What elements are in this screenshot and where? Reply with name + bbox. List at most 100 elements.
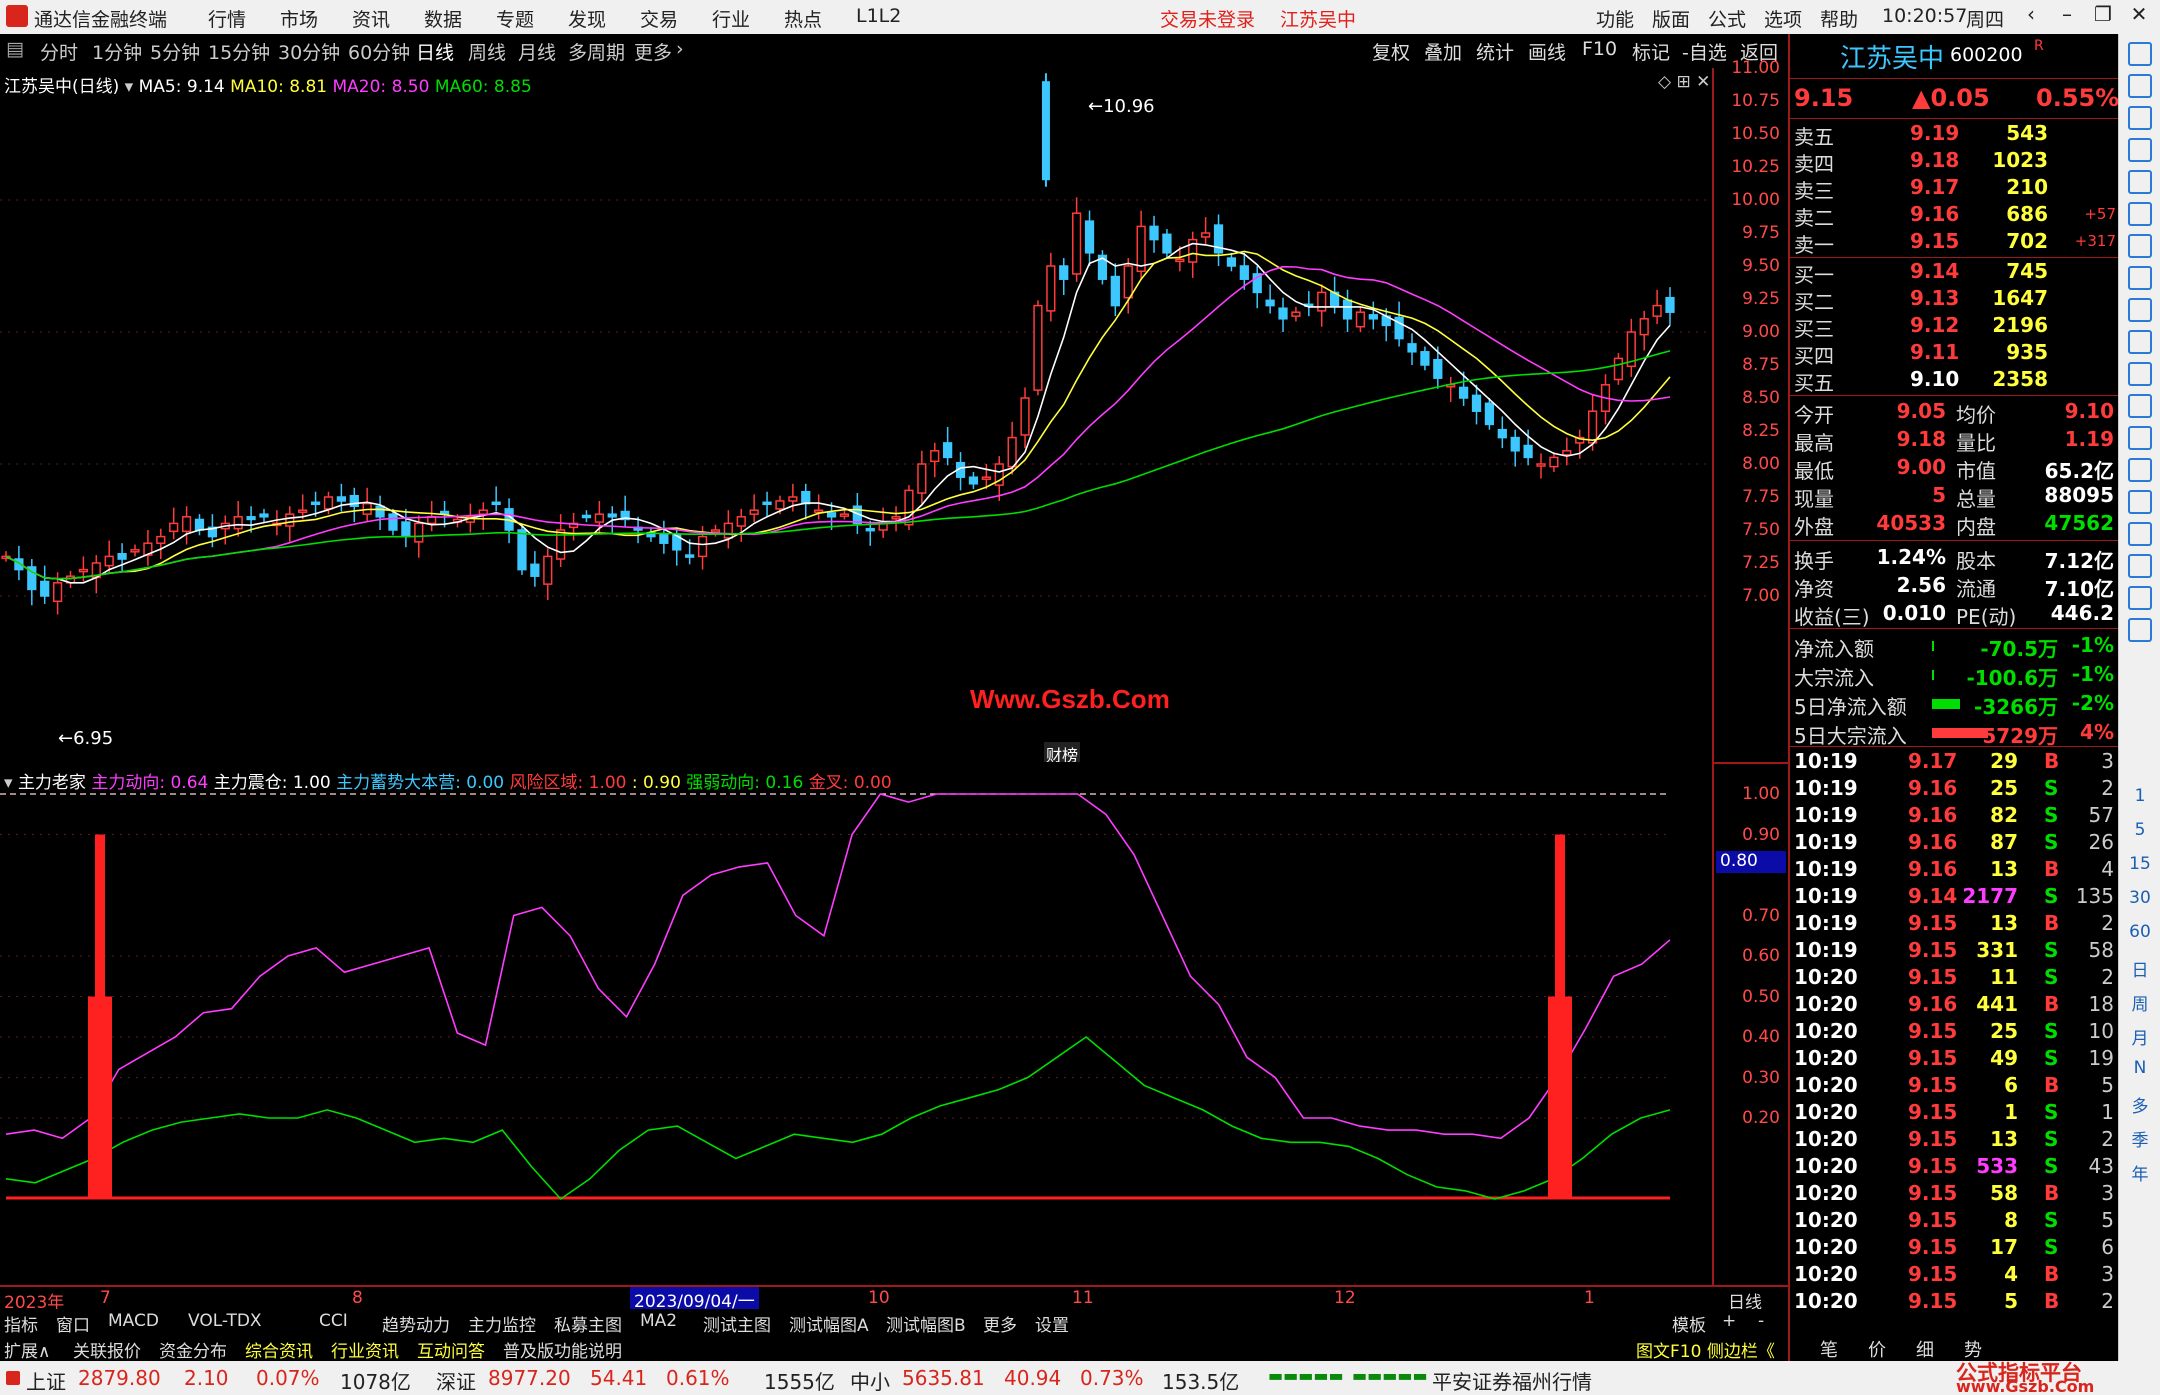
tab-fenshi[interactable]: 分时 <box>40 38 78 65</box>
sidebar-period[interactable]: 季 <box>2119 1126 2160 1151</box>
pin-icon[interactable] <box>2128 42 2152 66</box>
pen-icon[interactable] <box>2128 554 2152 578</box>
button-zixuan[interactable]: -自选 <box>1682 38 1727 65</box>
book-row[interactable]: 卖五 9.19 543 <box>1792 120 2118 149</box>
sidebar-period[interactable]: 月 <box>2119 1024 2160 1049</box>
indicator-tab[interactable]: 趋势动力 <box>382 1311 450 1336</box>
tick-row[interactable]: 10:20 9.15 6 B 5 <box>1792 1072 2118 1099</box>
menu-shuju[interactable]: 数据 <box>424 5 462 32</box>
tab-15min[interactable]: 15分钟 <box>208 38 270 65</box>
extension-tab[interactable]: 扩展∧ <box>4 1337 50 1362</box>
indicator-tab[interactable]: 窗口 <box>56 1311 90 1336</box>
button-fuquan[interactable]: 复权 <box>1372 38 1410 65</box>
tick-row[interactable]: 10:20 9.15 25 S 10 <box>1792 1018 2118 1045</box>
menu-gongneng[interactable]: 功能 <box>1596 5 1634 32</box>
tab-1min[interactable]: 1分钟 <box>92 38 142 65</box>
sh-label[interactable]: 上证 <box>26 1366 66 1395</box>
menu-xuanxiang[interactable]: 选项 <box>1764 5 1802 32</box>
button-huaxian[interactable]: 画线 <box>1528 38 1566 65</box>
chart-icon[interactable] <box>2128 170 2152 194</box>
indicator-tab[interactable]: CCI <box>319 1311 348 1331</box>
rsi-icon[interactable] <box>2128 458 2152 482</box>
extension-tab[interactable]: 行业资讯 <box>331 1337 399 1362</box>
sidebar-period[interactable]: 30 <box>2119 888 2160 908</box>
up-icon[interactable] <box>2128 74 2152 98</box>
sidebar-period[interactable]: 周 <box>2119 990 2160 1015</box>
news-icon[interactable] <box>2128 106 2152 130</box>
tick-row[interactable]: 10:20 9.15 13 S 2 <box>1792 1126 2118 1153</box>
sidebar-period[interactable]: N <box>2119 1058 2160 1078</box>
tick-row[interactable]: 10:20 9.15 1 S 1 <box>1792 1099 2118 1126</box>
tab-60min[interactable]: 60分钟 <box>348 38 410 65</box>
kline-plot[interactable] <box>0 68 1712 762</box>
indicator-tab[interactable]: MA2 <box>640 1311 677 1331</box>
indicator-tab[interactable]: 主力监控 <box>468 1311 536 1336</box>
menu-banmian[interactable]: 版面 <box>1652 5 1690 32</box>
tab-more[interactable]: 更多 <box>634 38 672 65</box>
book-row[interactable]: 买五 9.10 2358 <box>1792 366 2118 395</box>
sidebar-toggle[interactable]: 图文F10 侧边栏《 <box>1636 1337 1775 1362</box>
table-icon[interactable] <box>2128 138 2152 162</box>
tab-multi-period[interactable]: 多周期 <box>568 38 625 65</box>
tick-row[interactable]: 10:20 9.16 441 B 18 <box>1792 991 2118 1018</box>
book-row[interactable]: 卖二 9.16 686 +57 <box>1792 201 2118 230</box>
tick-row[interactable]: 10:19 9.16 82 S 57 <box>1792 802 2118 829</box>
book-row[interactable]: 买一 9.14 745 <box>1792 258 2118 287</box>
kline-chart[interactable] <box>0 68 1712 762</box>
back-arrow-icon[interactable]: ‹ <box>2014 2 2048 32</box>
tick-row[interactable]: 10:19 9.15 331 S 58 <box>1792 937 2118 964</box>
indicator-tab[interactable]: 更多 <box>983 1311 1017 1336</box>
indicator-tab[interactable]: 指标 <box>4 1311 38 1336</box>
tick-row[interactable]: 10:20 9.15 4 B 3 <box>1792 1261 2118 1288</box>
doc-icon[interactable] <box>2128 298 2152 322</box>
tab-control[interactable]: - <box>1758 1311 1764 1331</box>
book-row[interactable]: 卖四 9.18 1023 <box>1792 147 2118 176</box>
indicator-tab[interactable]: 测试幅图A <box>789 1311 869 1336</box>
bar-chart-icon[interactable] <box>2128 426 2152 450</box>
tick-row[interactable]: 10:20 9.15 49 S 19 <box>1792 1045 2118 1072</box>
tab-5min[interactable]: 5分钟 <box>150 38 200 65</box>
indicator-tab[interactable]: VOL-TDX <box>188 1311 262 1331</box>
menu-hangqing[interactable]: 行情 <box>208 5 246 32</box>
sidebar-period[interactable]: 年 <box>2119 1160 2160 1185</box>
tick-row[interactable]: 10:20 9.15 533 S 43 <box>1792 1153 2118 1180</box>
book-row[interactable]: 卖三 9.17 210 <box>1792 174 2118 203</box>
sidebar-period[interactable]: 日 <box>2119 956 2160 981</box>
restore-icon[interactable]: ❐ <box>2086 2 2120 32</box>
extension-tab[interactable]: 关联报价 <box>73 1337 141 1362</box>
indicator-dropdown-icon[interactable]: ▾ <box>4 773 18 793</box>
tick-row[interactable]: 10:19 9.16 13 B 4 <box>1792 856 2118 883</box>
tab-weekly[interactable]: 周线 <box>468 38 506 65</box>
menu-zixun[interactable]: 资讯 <box>352 5 390 32</box>
f2-icon[interactable] <box>2128 330 2152 354</box>
tick-row[interactable]: 10:20 9.15 5 B 2 <box>1792 1288 2118 1315</box>
indicator-tab[interactable]: MACD <box>108 1311 159 1331</box>
tick-row[interactable]: 10:20 9.15 8 S 5 <box>1792 1207 2118 1234</box>
extension-tab[interactable]: 互动问答 <box>417 1337 485 1362</box>
book-row[interactable]: 卖一 9.15 702 +317 <box>1792 228 2118 257</box>
zx-label[interactable]: 中小 <box>850 1366 890 1395</box>
tick-list[interactable]: 10:19 9.17 29 B 3 10:19 9.16 25 S 2 10:19 9.16 82 S 57… <box>1790 748 2118 1328</box>
f10-icon[interactable] <box>2128 266 2152 290</box>
tick-tab[interactable]: 价 <box>1868 1336 1886 1362</box>
gear-icon[interactable] <box>2128 394 2152 418</box>
tab-monthly[interactable]: 月线 <box>518 38 556 65</box>
sidebar-period[interactable]: 5 <box>2119 820 2160 840</box>
list-icon[interactable] <box>2128 234 2152 258</box>
tab-daily[interactable]: 日线 <box>416 38 454 65</box>
menu-faxian[interactable]: 发现 <box>568 5 606 32</box>
indicator-tab[interactable]: 私募主图 <box>554 1311 622 1336</box>
diamond-icon[interactable]: ◇ ⊞ ✕ <box>1658 72 1710 92</box>
menu-zhuanti[interactable]: 专题 <box>496 5 534 32</box>
tick-row[interactable]: 10:20 9.15 58 B 3 <box>1792 1180 2118 1207</box>
button-diejia[interactable]: 叠加 <box>1424 38 1462 65</box>
tick-row[interactable]: 10:19 9.17 29 B 3 <box>1792 748 2118 775</box>
indicator-name[interactable]: 主力老家 <box>18 773 86 793</box>
minimize-icon[interactable]: – <box>2050 2 2084 32</box>
menu-redian[interactable]: 热点 <box>784 5 822 32</box>
sidebar-period[interactable]: 多 <box>2119 1092 2160 1117</box>
money-icon[interactable] <box>2128 490 2152 514</box>
indicator-tab[interactable]: 测试幅图B <box>886 1311 966 1336</box>
sidebar-period[interactable]: 15 <box>2119 854 2160 874</box>
menu-bangzhu[interactable]: 帮助 <box>1820 5 1858 32</box>
